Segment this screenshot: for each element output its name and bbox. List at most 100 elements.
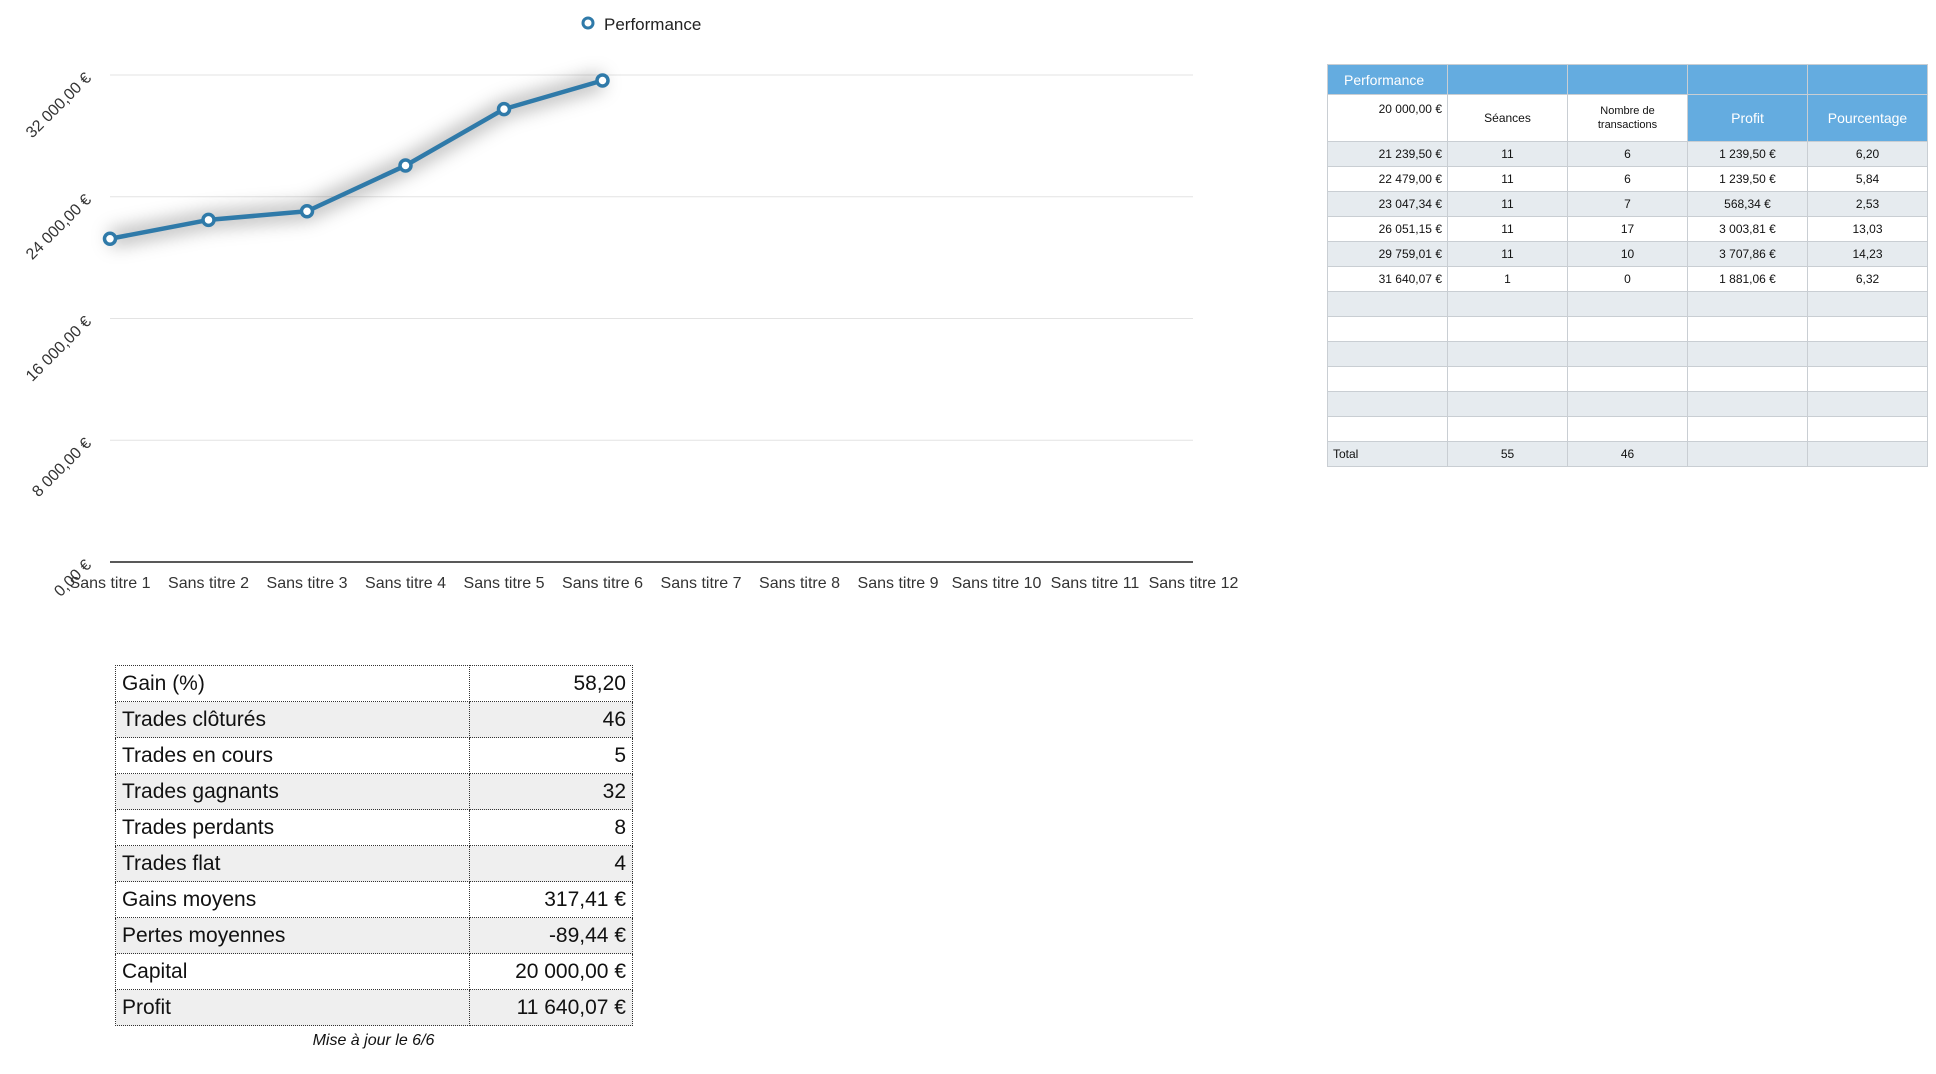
y-tick-label: 32 000,00 € [23, 70, 95, 142]
data-point [398, 158, 413, 173]
perf-table-row [1327, 341, 1928, 367]
x-tick-label: Sans titre 4 [365, 575, 446, 592]
cell-profit: 568,34 € [1687, 191, 1808, 217]
y-axis-tick-labels: 0,00 €8 000,00 €16 000,00 €24 000,00 €32… [23, 70, 95, 601]
cell-transactions [1567, 291, 1688, 317]
x-tick-label: Sans titre 11 [1051, 575, 1140, 592]
stats-row: Trades gagnants 32 [115, 773, 633, 810]
stats-label: Trades clôturés [115, 701, 470, 738]
cell-transactions: 7 [1567, 191, 1688, 217]
cell-seances [1447, 366, 1568, 392]
header-nb-transactions: Nombre de transactions [1567, 94, 1688, 142]
y-tick-label: 16 000,00 € [23, 313, 95, 385]
stats-row: Capital 20 000,00 € [115, 953, 633, 990]
perf-header-empty [1447, 64, 1568, 95]
header-pourcentage: Pourcentage [1807, 94, 1928, 142]
perf-table-row: 29 759,01 €11 10 3 707,86 €14,23 [1327, 241, 1928, 267]
perf-table-row [1327, 391, 1928, 417]
cell-transactions [1567, 316, 1688, 342]
cell-pourcentage: 6,32 [1807, 266, 1928, 292]
y-tick-label: 8 000,00 € [29, 435, 95, 501]
stats-row: Profit 11 640,07 € [115, 989, 633, 1026]
cell-profit [1687, 341, 1808, 367]
x-tick-label: Sans titre 8 [759, 575, 840, 592]
stats-row: Trades clôturés 46 [115, 701, 633, 738]
perf-header-empty [1567, 64, 1688, 95]
stats-value: 317,41 € [469, 881, 633, 918]
series-performance [102, 72, 610, 247]
perf-header-empty [1687, 64, 1808, 95]
cell-profit: 3 707,86 € [1687, 241, 1808, 267]
stats-label: Gains moyens [115, 881, 470, 918]
cell-transactions [1567, 366, 1688, 392]
y-tick-label: 24 000,00 € [23, 191, 95, 263]
cell-seances [1447, 316, 1568, 342]
cell-profit: 1 239,50 € [1687, 141, 1808, 167]
data-point [102, 231, 118, 247]
stats-value: -89,44 € [469, 917, 633, 954]
cell-profit: 1 881,06 € [1687, 266, 1808, 292]
stats-row: Gains moyens 317,41 € [115, 881, 633, 918]
stats-row: Trades perdants 8 [115, 809, 633, 846]
stats-value: 46 [469, 701, 633, 738]
perf-table-row: 26 051,15 €11 17 3 003,81 €13,03 [1327, 216, 1928, 242]
cell-profit [1687, 416, 1808, 442]
stats-value: 11 640,07 € [469, 989, 633, 1026]
stats-label: Trades gagnants [115, 773, 470, 810]
cell-capital [1327, 366, 1448, 392]
cell-transactions [1567, 416, 1688, 442]
stats-table: Gain (%) 58,20 Trades clôturés 46 Trades en … [115, 665, 633, 1026]
cell-pourcentage [1807, 391, 1928, 417]
perf-table-row [1327, 416, 1928, 442]
perf-table-row: 21 239,50 €11 6 1 239,50 €6,20 [1327, 141, 1928, 167]
header-profit: Profit [1687, 94, 1808, 142]
perf-table-total-row: Total 55 46 [1327, 441, 1928, 467]
grid-lines [110, 74, 1193, 563]
stats-value: 8 [469, 809, 633, 846]
cell-pourcentage [1807, 316, 1928, 342]
x-tick-label: Sans titre 2 [168, 575, 249, 592]
cell-capital: 22 479,00 € [1327, 166, 1448, 192]
cell-transactions: 6 [1567, 166, 1688, 192]
cell-capital [1327, 316, 1448, 342]
legend-marker [581, 16, 595, 30]
page: Performance 0,00 €8 000,00 €16 000,00 €2… [0, 0, 1936, 1074]
x-tick-label: Sans titre 10 [952, 575, 1042, 592]
cell-seances [1447, 291, 1568, 317]
legend-label: Performance [604, 15, 701, 34]
cell-pourcentage: 14,23 [1807, 241, 1928, 267]
cell-capital [1327, 291, 1448, 317]
total-transactions: 46 [1567, 441, 1688, 467]
cell-transactions [1567, 341, 1688, 367]
cell-transactions: 10 [1567, 241, 1688, 267]
stats-row: Gain (%) 58,20 [115, 665, 633, 702]
cell-pourcentage: 6,20 [1807, 141, 1928, 167]
cell-transactions: 17 [1567, 216, 1688, 242]
cell-seances: 11 [1447, 216, 1568, 242]
cell-capital [1327, 341, 1448, 367]
x-tick-label: Sans titre 3 [267, 575, 348, 592]
cell-pourcentage: 13,03 [1807, 216, 1928, 242]
stats-row: Trades flat 4 [115, 845, 633, 882]
data-point [299, 203, 315, 219]
cell-profit [1687, 316, 1808, 342]
cell-capital [1327, 416, 1448, 442]
stats-label: Profit [115, 989, 470, 1026]
data-point [595, 73, 610, 88]
cell-profit: 1 239,50 € [1687, 166, 1808, 192]
x-tick-label: Sans titre 5 [464, 575, 545, 592]
cell-pourcentage [1807, 341, 1928, 367]
cell-profit [1687, 391, 1808, 417]
total-empty [1807, 441, 1928, 467]
stats-row: Trades en cours 5 [115, 737, 633, 774]
perf-header-empty [1807, 64, 1928, 95]
cell-capital: 21 239,50 € [1327, 141, 1448, 167]
stats-value: 4 [469, 845, 633, 882]
perf-table-row [1327, 316, 1928, 342]
performance-line-chart: Performance 0,00 €8 000,00 €16 000,00 €2… [23, 15, 1239, 601]
perf-table-title-row: Performance [1327, 64, 1928, 95]
x-axis-tick-labels: Sans titre 1 Sans titre 2 Sans titre 3 Sans… [70, 575, 1239, 592]
stats-value: 20 000,00 € [469, 953, 633, 990]
x-tick-label: Sans titre 6 [562, 575, 643, 592]
stats-label: Gain (%) [115, 665, 470, 702]
